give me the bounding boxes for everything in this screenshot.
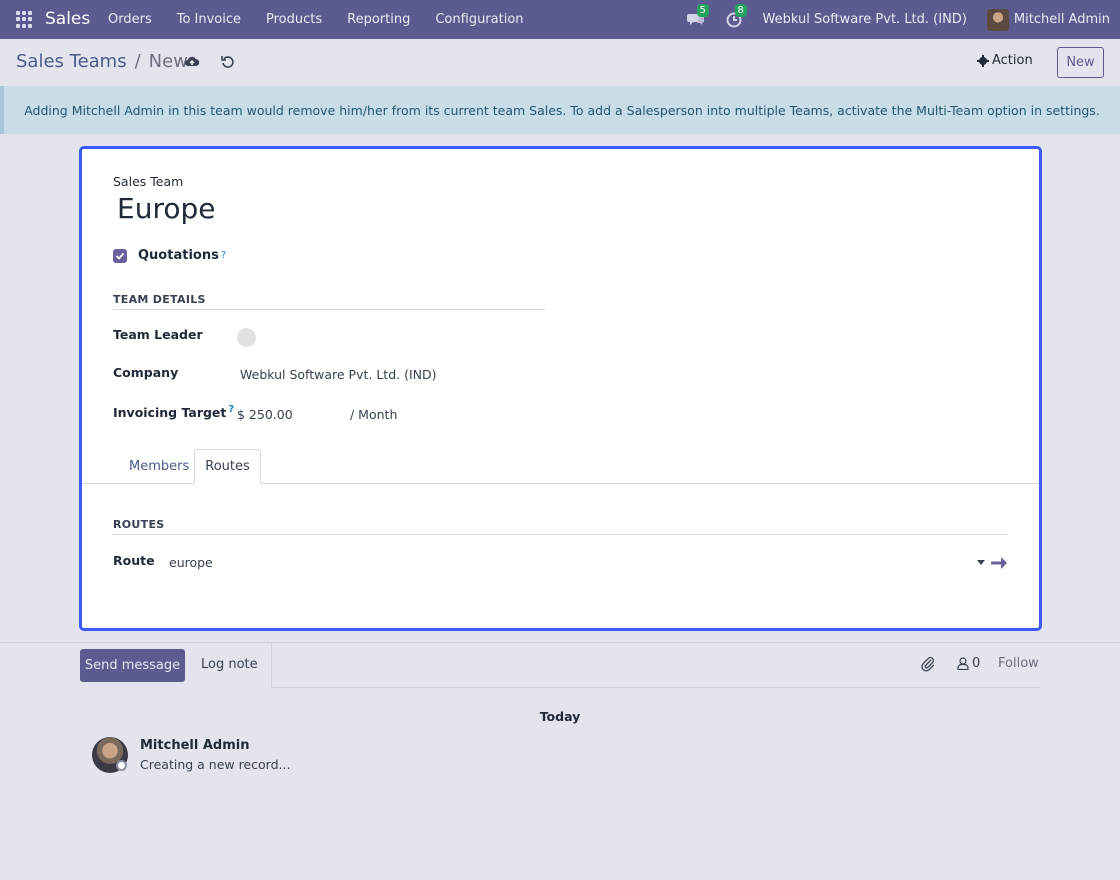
- control-panel: Sales Teams / New Action New: [0, 40, 1120, 85]
- quotations-row: Quotations ?: [113, 248, 226, 263]
- breadcrumb-separator: /: [134, 51, 141, 72]
- user-menu[interactable]: Mitchell Admin: [986, 8, 1110, 31]
- routes-header: ROUTES: [113, 518, 1008, 535]
- team-leader-label: Team Leader: [113, 327, 203, 342]
- user-avatar: [986, 8, 1009, 31]
- message-body: Creating a new record...: [140, 757, 291, 772]
- sales-team-label: Sales Team: [113, 174, 184, 189]
- save-cloud-icon[interactable]: [184, 54, 200, 70]
- sales-team-name-field[interactable]: Europe: [117, 192, 215, 225]
- app-brand[interactable]: Sales: [45, 9, 90, 29]
- messages-systray[interactable]: 5: [686, 3, 709, 30]
- followers-count: 0: [972, 656, 981, 671]
- dropdown-caret-icon[interactable]: [977, 560, 985, 565]
- main-menu: Orders To Invoice Products Reporting Con…: [108, 0, 549, 39]
- send-message-button[interactable]: Send message: [80, 649, 185, 682]
- checkmark-icon: [115, 252, 125, 260]
- action-label: Action: [992, 53, 1033, 68]
- presence-status-icon: [116, 760, 127, 771]
- tab-routes[interactable]: Routes: [194, 449, 261, 484]
- date-separator: Today: [539, 709, 581, 724]
- route-field[interactable]: europe: [169, 555, 213, 570]
- activities-badge: 8: [734, 3, 747, 17]
- new-button[interactable]: New: [1057, 47, 1104, 78]
- tab-members[interactable]: Members: [117, 449, 201, 484]
- route-label: Route: [113, 553, 155, 568]
- discard-icon[interactable]: [220, 54, 236, 70]
- apps-grid-icon[interactable]: [16, 11, 33, 28]
- menu-item-to-invoice[interactable]: To Invoice: [177, 12, 241, 27]
- menu-item-configuration[interactable]: Configuration: [435, 12, 523, 27]
- company-label: Company: [113, 365, 179, 380]
- chatter-topbar-divider: [271, 643, 272, 688]
- paperclip-icon[interactable]: [920, 656, 936, 672]
- chatter-topbar-underline: [271, 687, 1040, 688]
- action-button[interactable]: Action: [977, 53, 1033, 68]
- gear-icon: [977, 54, 989, 67]
- invoicing-target-label: Invoicing Target?: [113, 404, 234, 420]
- menu-item-reporting[interactable]: Reporting: [347, 12, 410, 27]
- invoicing-target-label-text: Invoicing Target: [113, 405, 227, 421]
- activities-systray[interactable]: 8: [725, 3, 747, 30]
- invoicing-target-unit: / Month: [350, 407, 398, 422]
- chatter-divider: [0, 642, 1120, 643]
- notebook-tabs: Members Routes: [82, 449, 1039, 484]
- log-note-button[interactable]: Log note: [201, 657, 258, 672]
- quotations-label: Quotations: [138, 248, 219, 263]
- company-field[interactable]: Webkul Software Pvt. Ltd. (IND): [240, 367, 437, 382]
- menu-item-products[interactable]: Products: [266, 12, 322, 27]
- messages-badge: 5: [696, 3, 709, 17]
- user-icon: [957, 657, 969, 670]
- multi-team-alert: Adding Mitchell Admin in this team would…: [0, 86, 1120, 134]
- invoicing-target-help-icon[interactable]: ?: [228, 404, 234, 415]
- invoicing-target-field[interactable]: $ 250.00: [237, 407, 293, 422]
- menu-item-orders[interactable]: Orders: [108, 12, 152, 27]
- followers-button[interactable]: 0: [957, 656, 980, 671]
- systray: 5 8 Webkul Software Pvt. Ltd. (IND) Mitc…: [686, 0, 1110, 39]
- message-author[interactable]: Mitchell Admin: [140, 738, 249, 753]
- user-name: Mitchell Admin: [1013, 12, 1110, 27]
- team-leader-avatar[interactable]: [237, 328, 256, 347]
- breadcrumb: Sales Teams / New: [16, 51, 188, 72]
- breadcrumb-parent[interactable]: Sales Teams: [16, 51, 127, 72]
- internal-link-arrow-icon[interactable]: [990, 555, 1008, 571]
- alert-text: Adding Mitchell Admin in this team would…: [24, 102, 1100, 118]
- breadcrumb-current: New: [148, 51, 188, 72]
- form-sheet: Sales Team Europe Quotations ? TEAM DETA…: [79, 146, 1042, 631]
- team-details-header: TEAM DETAILS: [113, 293, 545, 310]
- company-switcher[interactable]: Webkul Software Pvt. Ltd. (IND): [763, 12, 967, 27]
- quotations-checkbox[interactable]: [113, 248, 127, 263]
- quotations-help-icon[interactable]: ?: [221, 250, 226, 261]
- follow-button[interactable]: Follow: [998, 656, 1039, 671]
- top-navbar: Sales Orders To Invoice Products Reporti…: [0, 0, 1120, 39]
